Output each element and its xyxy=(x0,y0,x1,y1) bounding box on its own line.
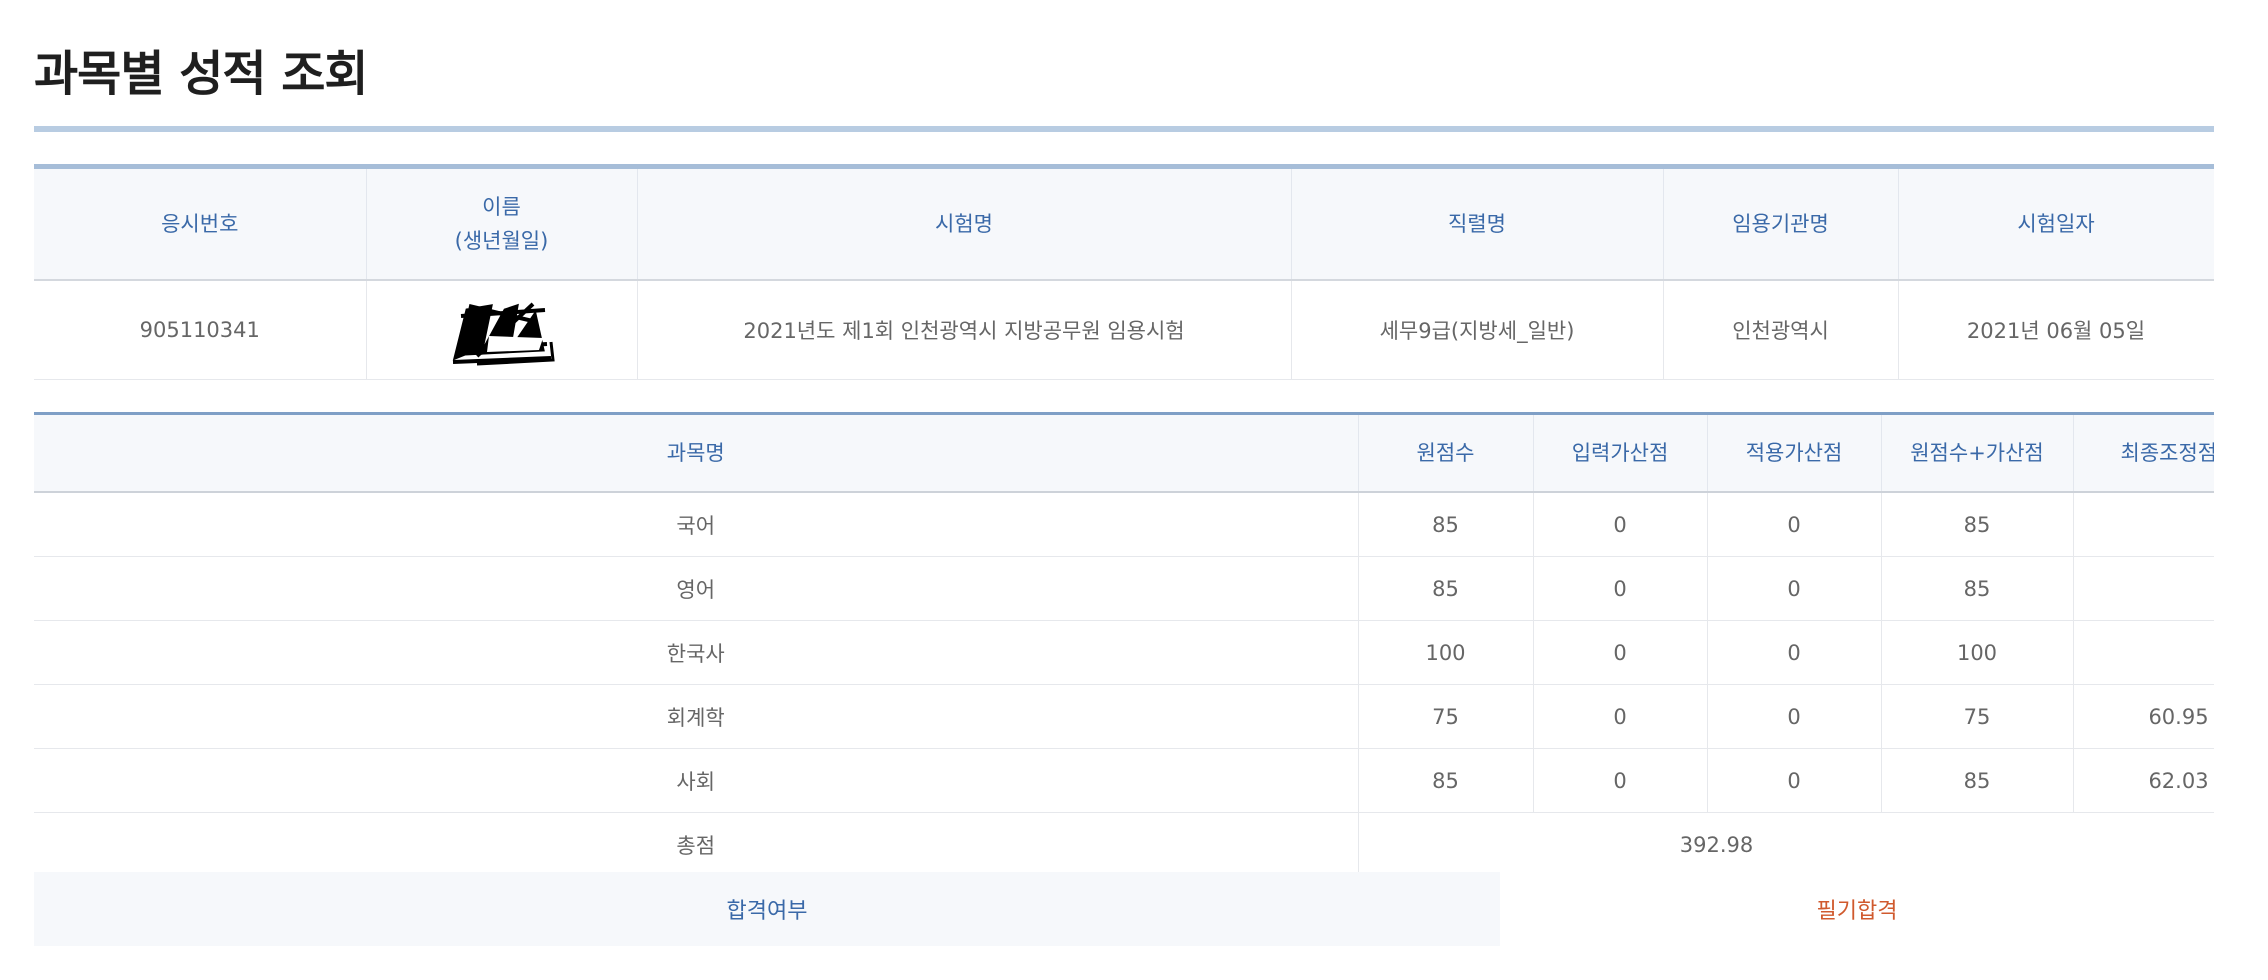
applied-bonus: 0 xyxy=(1706,748,1882,813)
info-header-row: 응시번호 이름 (생년월일) 시험명 직렬명 임용기관명 시험일자 xyxy=(34,166,2214,281)
header-exam-no: 응시번호 xyxy=(34,166,367,281)
applied-bonus: 0 xyxy=(1706,556,1882,621)
input-bonus: 0 xyxy=(1532,748,1708,813)
raw-score: 85 xyxy=(1357,491,1534,557)
subject-name: 사회 xyxy=(34,748,1359,813)
agency-value: 인천광역시 xyxy=(1662,279,1899,380)
applied-bonus: 0 xyxy=(1706,684,1882,749)
exam-name-value: 2021년도 제1회 인천광역시 지방공무원 임용시험 xyxy=(636,279,1292,380)
redacted-name-scribble xyxy=(452,302,555,366)
total-label: 총점 xyxy=(34,812,1359,877)
applicant-info-table: 응시번호 이름 (생년월일) 시험명 직렬명 임용기관명 시험일자 905110… xyxy=(34,164,2214,380)
applied-bonus: 0 xyxy=(1706,491,1882,557)
applied-bonus: 0 xyxy=(1706,620,1882,685)
scores-header-row: 과목명 원점수 입력가산점 적용가산점 원점수+가산점 최종조정점수 xyxy=(34,413,2214,493)
input-bonus: 0 xyxy=(1532,556,1708,621)
subject-name: 회계학 xyxy=(34,684,1359,749)
subject-name: 국어 xyxy=(34,491,1359,557)
header-raw-score: 원점수 xyxy=(1357,413,1534,493)
score-row: 사회 85 0 0 85 62.03 xyxy=(34,748,2214,813)
input-bonus: 0 xyxy=(1532,620,1708,685)
exam-date-value: 2021년 06월 05일 xyxy=(1897,279,2214,380)
score-row: 회계학 75 0 0 75 60.95 xyxy=(34,684,2214,749)
job-series-value: 세무9급(지방세_일반) xyxy=(1290,279,1664,380)
final-adjusted xyxy=(2072,556,2214,621)
final-adjusted xyxy=(2072,491,2214,557)
final-adjusted xyxy=(2072,620,2214,685)
subject-name: 영어 xyxy=(34,556,1359,621)
info-data-row: 905110341 2021년도 제1회 인천광역시 지방공무원 임용시험 세무… xyxy=(34,279,2214,380)
raw-plus-bonus: 85 xyxy=(1880,491,2074,557)
header-job-series: 직렬명 xyxy=(1290,166,1664,281)
subject-name: 한국사 xyxy=(34,620,1359,685)
score-row: 한국사 100 0 0 100 xyxy=(34,620,2214,685)
header-subject: 과목명 xyxy=(34,413,1359,493)
raw-plus-bonus: 100 xyxy=(1880,620,2074,685)
score-row: 국어 85 0 0 85 xyxy=(34,491,2214,557)
raw-plus-bonus: 85 xyxy=(1880,556,2074,621)
total-row: 총점 392.98 xyxy=(34,812,2214,877)
header-final-adjusted: 최종조정점수 xyxy=(2072,413,2214,493)
raw-score: 100 xyxy=(1357,620,1534,685)
name-cell xyxy=(365,279,638,380)
header-raw-plus-bonus: 원점수+가산점 xyxy=(1880,413,2074,493)
raw-plus-bonus: 85 xyxy=(1880,748,2074,813)
raw-score: 75 xyxy=(1357,684,1534,749)
header-input-bonus: 입력가산점 xyxy=(1532,413,1708,493)
score-row: 영어 85 0 0 85 xyxy=(34,556,2214,621)
subject-scores-table: 과목명 원점수 입력가산점 적용가산점 원점수+가산점 최종조정점수 국어 85… xyxy=(34,412,2214,877)
header-exam-date: 시험일자 xyxy=(1897,166,2214,281)
raw-plus-bonus: 75 xyxy=(1880,684,2074,749)
input-bonus: 0 xyxy=(1532,684,1708,749)
raw-score: 85 xyxy=(1357,556,1534,621)
header-name-line: 이름 xyxy=(482,195,521,219)
final-adjusted: 60.95 xyxy=(2072,684,2214,749)
raw-score: 85 xyxy=(1357,748,1534,813)
header-exam-name: 시험명 xyxy=(636,166,1292,281)
header-agency: 임용기관명 xyxy=(1662,166,1899,281)
title-divider xyxy=(34,126,2214,132)
applicant-info-section: 응시번호 이름 (생년월일) 시험명 직렬명 임용기관명 시험일자 905110… xyxy=(34,164,2214,380)
pass-status-value: 필기합격 xyxy=(1500,872,2214,946)
subject-scores-section: 과목명 원점수 입력가산점 적용가산점 원점수+가산점 최종조정점수 국어 85… xyxy=(34,412,2214,877)
input-bonus: 0 xyxy=(1532,491,1708,557)
exam-no-value: 905110341 xyxy=(34,279,367,380)
page-title: 과목별 성적 조회 xyxy=(34,46,369,102)
total-value: 392.98 xyxy=(1357,812,2214,877)
pass-result-row: 합격여부 필기합격 xyxy=(34,872,2214,946)
header-applied-bonus: 적용가산점 xyxy=(1706,413,1882,493)
final-adjusted: 62.03 xyxy=(2072,748,2214,813)
header-birthdate-line: (생년월일) xyxy=(454,229,549,253)
pass-status-label: 합격여부 xyxy=(34,872,1500,946)
header-name: 이름 (생년월일) xyxy=(365,166,638,281)
